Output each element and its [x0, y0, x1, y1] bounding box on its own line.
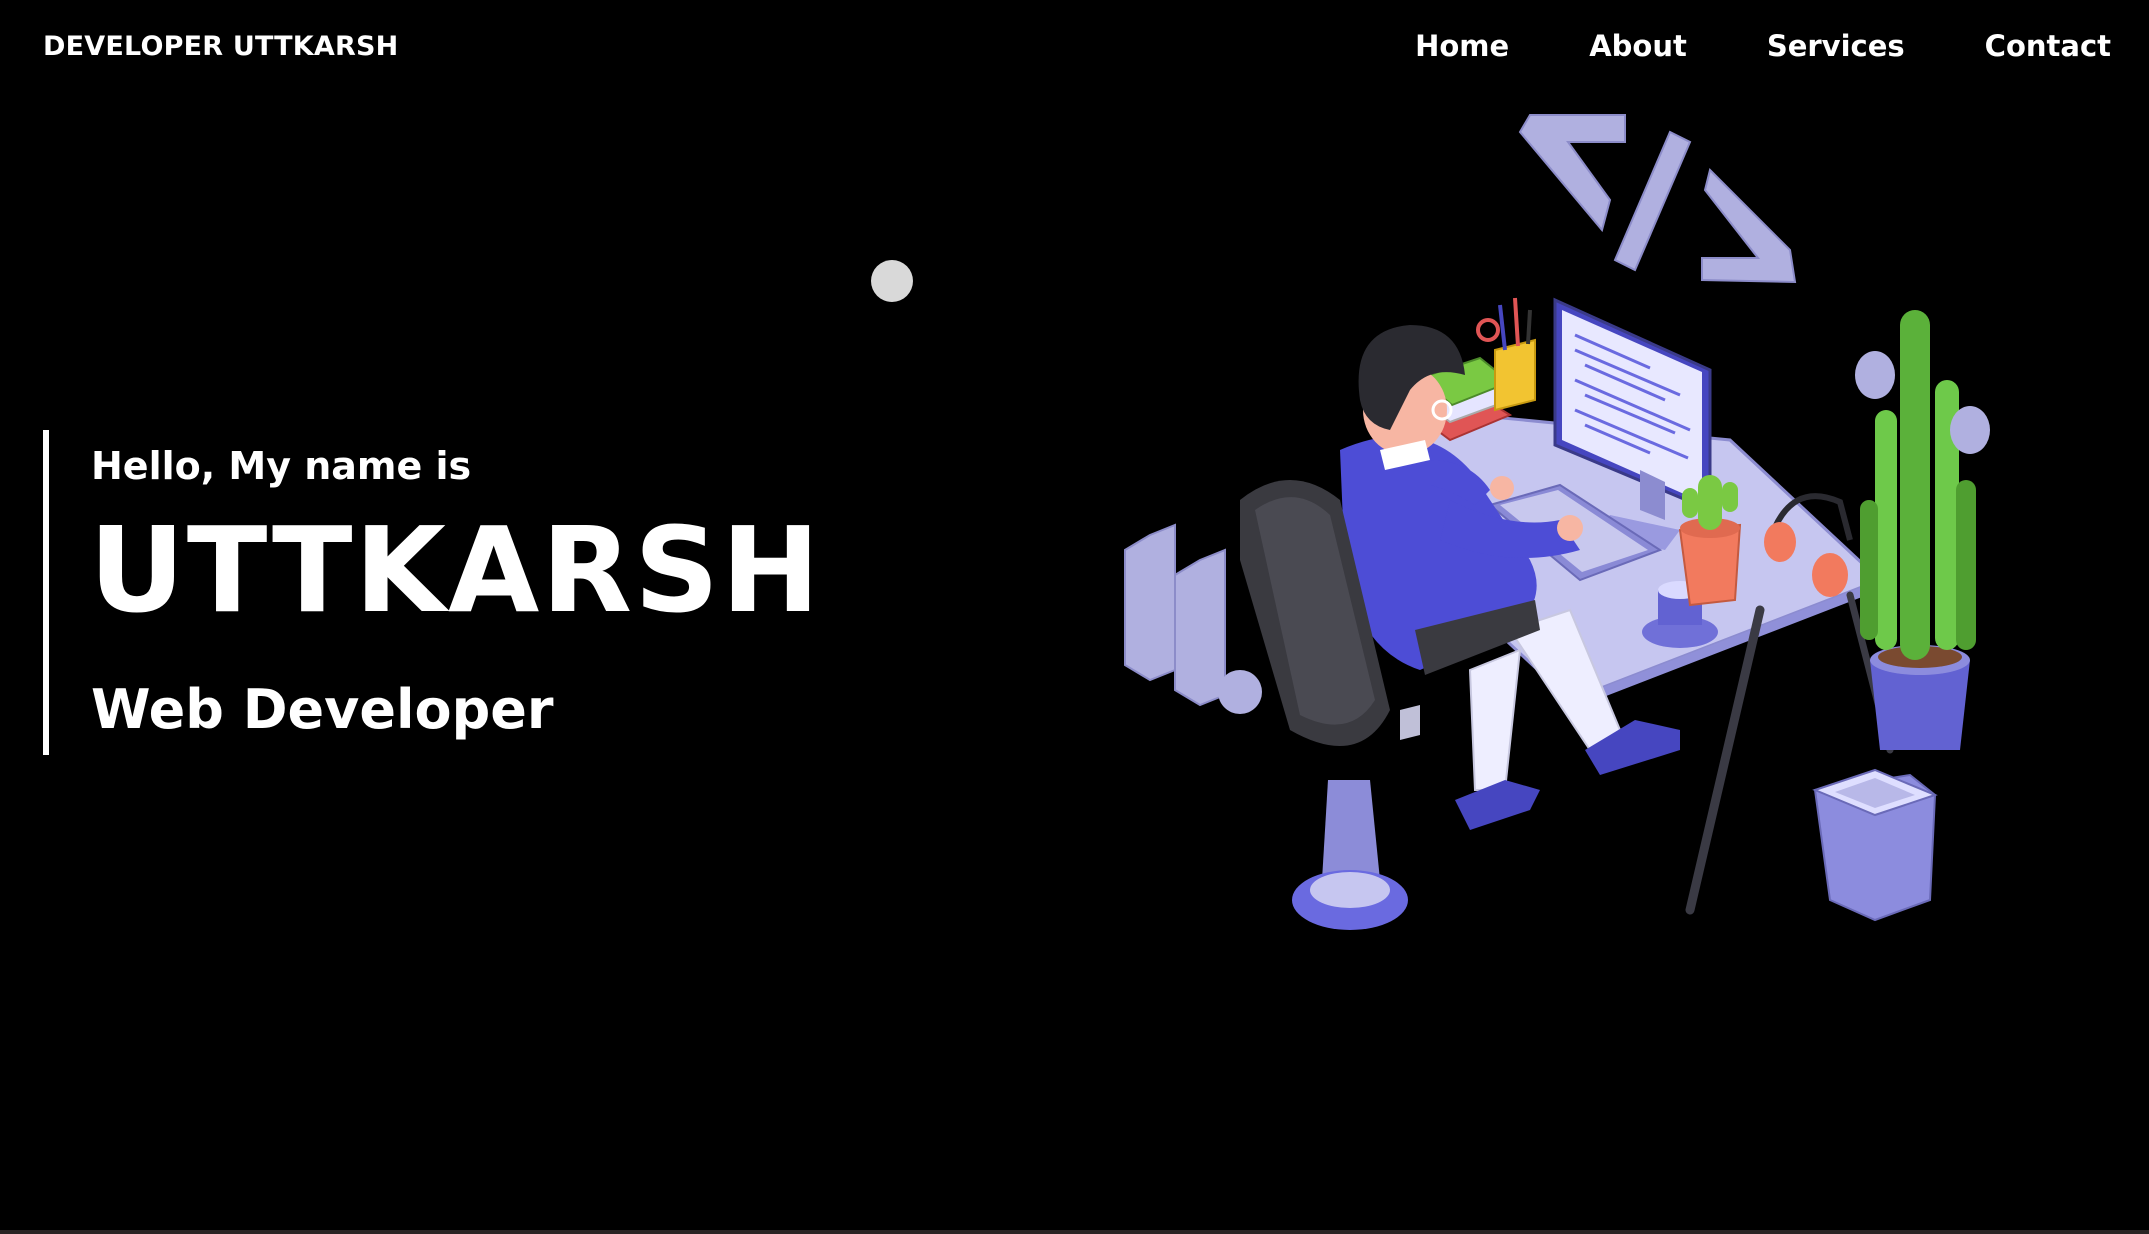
- bottom-divider: [0, 1230, 2149, 1234]
- hero-role: Web Developer: [91, 678, 554, 741]
- developer-at-desk-illustration: </>: [1090, 110, 2010, 970]
- decorative-dot: [871, 260, 913, 302]
- trash-bin-icon: [1812, 768, 1938, 922]
- small-cactus-icon: [1678, 475, 1742, 607]
- brand-logo[interactable]: DEVELOPER UTTKARSH: [43, 31, 398, 62]
- nav-links: Home About Services Contact: [1415, 29, 2111, 63]
- side-panels-icon: [1124, 523, 1226, 707]
- nav-link-about[interactable]: About: [1589, 29, 1687, 63]
- navbar: DEVELOPER UTTKARSH Home About Services C…: [0, 0, 2149, 100]
- nav-link-services[interactable]: Services: [1767, 29, 1905, 63]
- page: DEVELOPER UTTKARSH Home About Services C…: [0, 0, 2149, 1234]
- code-symbol-icon: [1518, 114, 1797, 284]
- tall-plant-icon: [1855, 310, 1990, 750]
- hero-name: UTTKARSH: [89, 501, 822, 639]
- developer-illustration-svg: </>: [1090, 110, 1990, 930]
- hero-greeting: Hello, My name is: [91, 444, 472, 488]
- hero-accent-bar: [43, 430, 49, 755]
- hero-section: Hello, My name is UTTKARSH Web Developer: [43, 430, 843, 755]
- nav-link-contact[interactable]: Contact: [1985, 29, 2111, 63]
- nav-link-home[interactable]: Home: [1415, 29, 1509, 63]
- code-symbol-text: </>: [1090, 110, 1092, 111]
